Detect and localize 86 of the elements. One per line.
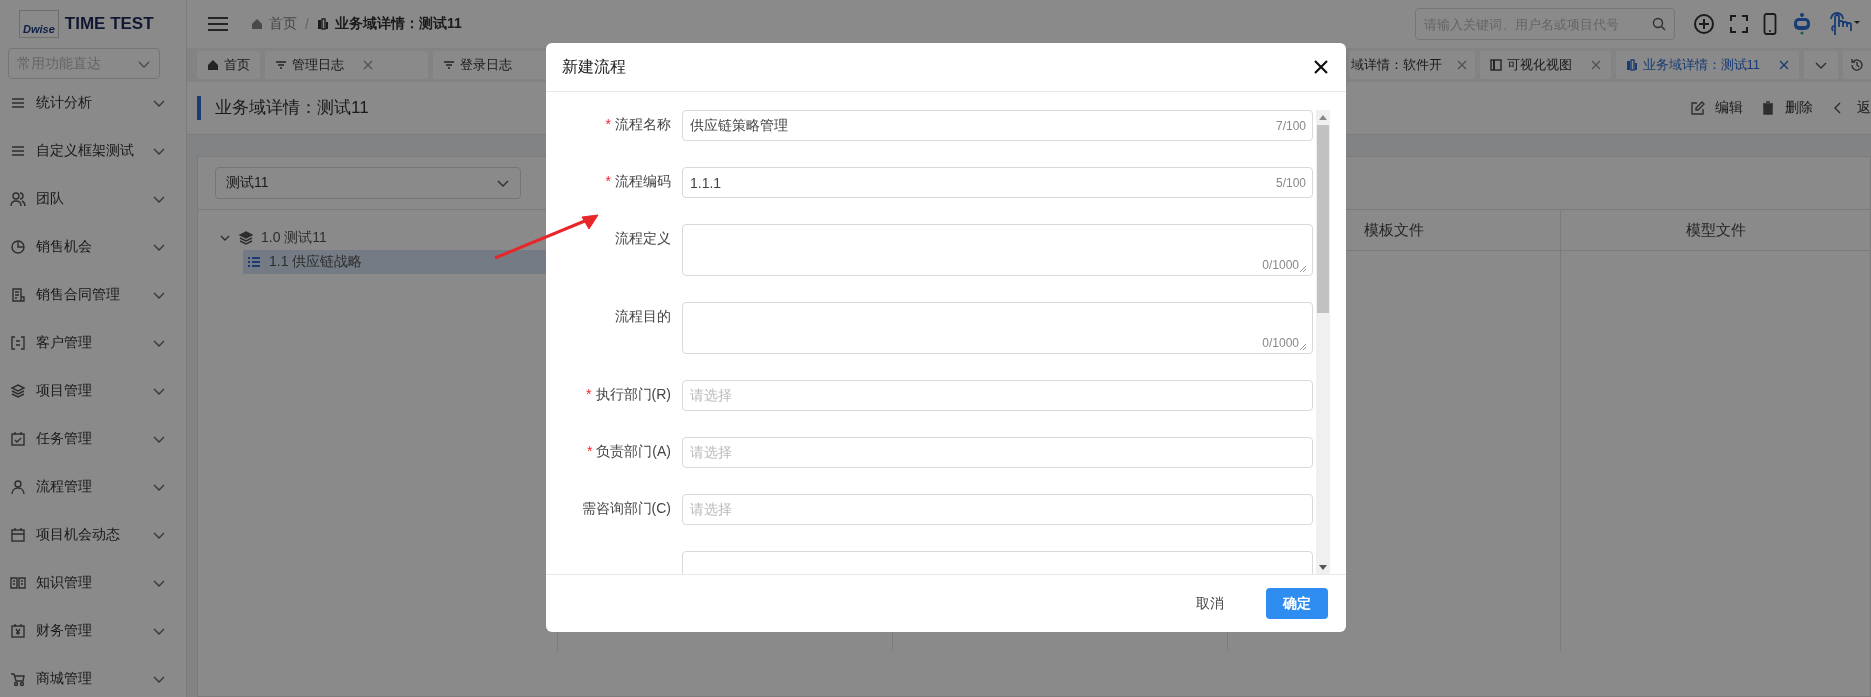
action-link[interactable]: 编辑 <box>1691 99 1743 117</box>
input-field[interactable]: 供应链策略管理 7/100 <box>682 110 1313 141</box>
layers-icon <box>10 383 26 399</box>
resize-handle-icon <box>1300 344 1306 350</box>
text-area[interactable]: 0/1000 <box>682 224 1313 276</box>
tab[interactable]: 业务域详情：测试11 <box>1615 51 1799 79</box>
checklist-icon <box>10 431 26 447</box>
field-label: 需咨询部门(C) <box>581 500 671 518</box>
sidebar-item[interactable]: 销售机会 <box>0 223 186 271</box>
app-title: TIME TEST <box>64 14 154 34</box>
sidebar-item[interactable]: 财务管理 <box>0 607 186 655</box>
list-icon <box>10 95 26 111</box>
sidebar-item[interactable]: 项目管理 <box>0 367 186 415</box>
scrollbar[interactable] <box>1316 110 1330 574</box>
tab-menu-button[interactable] <box>1804 51 1838 79</box>
tab[interactable]: 管理日志 <box>265 51 428 79</box>
required-mark: * <box>586 386 592 402</box>
sidebar-item[interactable]: 客户管理 <box>0 319 186 367</box>
required-mark: * <box>586 443 593 459</box>
required-mark: * <box>605 116 611 132</box>
tab[interactable]: 首页 <box>197 51 260 79</box>
calendar-icon <box>10 527 26 543</box>
sidebar-item[interactable]: 流程管理 <box>0 463 186 511</box>
field-label: 流程目的 <box>615 308 671 326</box>
book-icon <box>10 575 26 591</box>
text-area[interactable]: 0/1000 <box>682 302 1313 354</box>
tree-node[interactable]: 1.0 测试11 <box>215 226 557 250</box>
trash-icon <box>1761 101 1775 115</box>
dialog-title: 新建流程 <box>562 56 626 77</box>
sidebar-item[interactable]: 知识管理 <box>0 559 186 607</box>
sidebar-item[interactable]: 统计分析 <box>0 79 186 127</box>
filter-icon <box>443 59 455 71</box>
logo-mark: Dwise <box>19 10 59 38</box>
calendar-yen-icon <box>10 623 26 639</box>
sidebar-item[interactable]: 任务管理 <box>0 415 186 463</box>
fullscreen-icon[interactable] <box>1729 14 1749 34</box>
robot-icon[interactable] <box>1791 12 1813 36</box>
tab[interactable]: 域详情：软件开 <box>1348 51 1475 79</box>
field-label: 流程定义 <box>615 230 671 248</box>
home-icon <box>251 18 263 30</box>
plus-circle-icon[interactable] <box>1693 13 1715 35</box>
domain-select[interactable]: 测试11 <box>215 167 521 199</box>
sidebar-item[interactable]: 团队 <box>0 175 186 223</box>
breadcrumb-separator: / <box>305 16 309 32</box>
confirm-button[interactable]: 确定 <box>1266 588 1328 619</box>
sidebar-item[interactable]: 项目机会动态 <box>0 511 186 559</box>
sidebar-item[interactable]: 销售合同管理 <box>0 271 186 319</box>
field-label: 流程编码 <box>615 173 671 191</box>
bracket-frame-icon <box>10 335 26 351</box>
list-icon <box>10 143 26 159</box>
sidebar-item[interactable]: 自定义框架测试 <box>0 127 186 175</box>
building-icon <box>316 18 329 30</box>
action-link[interactable]: 返 <box>1831 99 1871 117</box>
history-icon <box>1850 58 1864 72</box>
field-label: 执行部门(R) <box>595 386 671 404</box>
people-icon <box>10 191 26 207</box>
action-link[interactable]: 删除 <box>1761 99 1813 117</box>
home-icon <box>207 59 219 71</box>
page-title: 业务域详情：测试11 <box>197 96 369 120</box>
tab[interactable]: 可视化视图 <box>1479 51 1611 79</box>
cart-icon <box>10 671 26 687</box>
breadcrumb: 业务域详情：测试11 <box>316 15 462 33</box>
menu-icon[interactable] <box>207 15 229 33</box>
hand-pointer-icon[interactable] <box>1827 11 1861 37</box>
person-icon <box>10 479 26 495</box>
field-label: 负责部门(A) <box>596 443 671 461</box>
layers-icon <box>239 231 253 245</box>
input-field[interactable]: 1.1.1 5/100 <box>682 167 1313 198</box>
input-field[interactable] <box>682 551 1313 574</box>
column-header: 模型文件 <box>1560 210 1870 251</box>
filter-icon <box>275 59 287 71</box>
pie-chart-icon <box>10 239 26 255</box>
document-icon <box>10 287 26 303</box>
field-label: 流程名称 <box>615 116 671 134</box>
edit-icon <box>1691 101 1705 115</box>
list-icon <box>247 256 261 268</box>
sidebar-item[interactable]: 商城管理 <box>0 655 186 697</box>
building-icon <box>1625 59 1638 71</box>
phone-icon[interactable] <box>1763 13 1777 35</box>
history-button[interactable] <box>1843 51 1871 79</box>
resize-handle-icon <box>1300 266 1306 272</box>
close-icon[interactable] <box>1314 60 1328 74</box>
search-icon <box>1652 17 1666 31</box>
required-mark: * <box>605 173 611 189</box>
breadcrumb[interactable]: 首页 <box>251 15 297 33</box>
panel-icon <box>1489 59 1502 71</box>
